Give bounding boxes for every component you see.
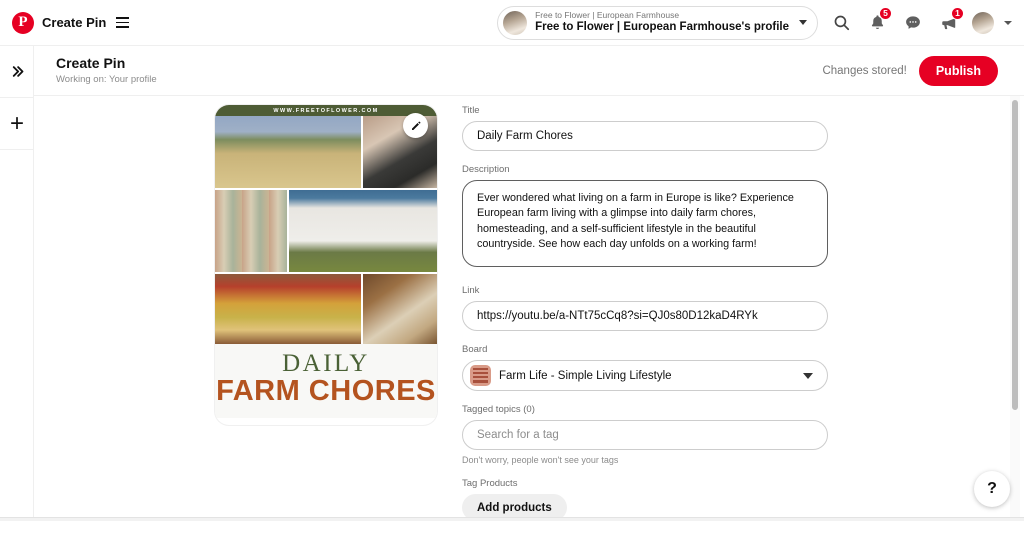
profile-selector-pill[interactable]: Free to Flower | European Farmhouse Free… (497, 6, 818, 40)
collage-row-3 (215, 274, 437, 344)
chevron-down-icon[interactable] (803, 373, 813, 379)
rail-expand-button[interactable] (0, 46, 34, 98)
top-header-left: P Create Pin (0, 12, 129, 34)
pin-image-preview[interactable]: WWW.FREETOFLOWER.COM DAILY FARM CHORES (215, 105, 437, 425)
page-header: Create Pin Working on: Your profile Chan… (34, 46, 1024, 96)
bottom-strip (0, 517, 1024, 521)
content-scrollbar-track[interactable] (1010, 96, 1020, 521)
top-header-right: Free to Flower | European Farmhouse Free… (497, 6, 1024, 40)
notifications-bell-icon[interactable]: 5 (864, 10, 890, 36)
notifications-badge: 5 (879, 7, 892, 20)
profile-pill-title: Free to Flower | European Farmhouse's pr… (535, 21, 789, 34)
page-header-text: Create Pin Working on: Your profile (34, 55, 157, 85)
collage-row-2 (215, 190, 437, 272)
message-bubble-icon[interactable] (900, 10, 926, 36)
pin-editor-content: WWW.FREETOFLOWER.COM DAILY FARM CHORES T… (34, 96, 1024, 521)
account-avatar[interactable] (972, 12, 994, 34)
updates-badge: 1 (951, 7, 964, 20)
pin-title-line-2: FARM CHORES (215, 375, 437, 408)
plus-icon: + (10, 112, 24, 136)
tag-products-label: Tag Products (462, 478, 828, 489)
top-header-bar: P Create Pin Free to Flower | European F… (0, 0, 1024, 46)
tagged-topics-field-group: Tagged topics (0) Don't worry, people wo… (462, 404, 828, 465)
question-mark-icon[interactable]: ? (974, 471, 1010, 507)
board-select[interactable]: Farm Life - Simple Living Lifestyle (462, 360, 828, 391)
page-header-actions: Changes stored! Publish (822, 56, 1024, 86)
pencil-edit-icon[interactable] (403, 113, 428, 138)
publish-button[interactable]: Publish (919, 56, 998, 86)
pin-title-line-1: DAILY (215, 350, 437, 378)
updates-megaphone-icon[interactable]: 1 (936, 10, 962, 36)
rail-create-button[interactable]: + (0, 98, 34, 150)
search-icon[interactable] (828, 10, 854, 36)
left-rail: + (0, 46, 34, 521)
title-input[interactable] (462, 121, 828, 151)
title-field-group: Title (462, 105, 828, 151)
pinterest-logo-icon[interactable]: P (12, 12, 34, 34)
tag-search-input[interactable] (462, 420, 828, 450)
account-chevron-down-icon[interactable] (1004, 21, 1012, 25)
link-field-group: Link (462, 285, 828, 331)
page-title: Create Pin (56, 55, 157, 72)
page-subtitle: Working on: Your profile (56, 74, 157, 85)
tagged-topics-helper: Don't worry, people won't see your tags (462, 455, 828, 465)
cow-and-farmer-photo (215, 116, 361, 188)
profile-pill-subtitle: Free to Flower | European Farmhouse (535, 11, 789, 21)
tagged-topics-label: Tagged topics (0) (462, 404, 828, 415)
colorful-eggs-photo (215, 190, 287, 272)
description-textarea[interactable] (462, 180, 828, 267)
pin-details-form: Title Description Link Board Farm Life -… (462, 105, 828, 534)
description-label: Description (462, 164, 828, 175)
board-field-group: Board Farm Life - Simple Living Lifestyl… (462, 344, 828, 391)
board-selected-value: Farm Life - Simple Living Lifestyle (499, 370, 803, 382)
content-scrollbar-thumb[interactable] (1012, 100, 1018, 410)
chevron-down-icon[interactable] (799, 20, 807, 25)
board-thumbnail-icon (470, 365, 491, 386)
chickens-in-coop-photo (289, 190, 437, 272)
topbar-title: Create Pin (42, 15, 106, 30)
profile-pill-text: Free to Flower | European Farmhouse Free… (535, 11, 789, 33)
tag-products-field-group: Tag Products Add products (462, 478, 828, 521)
board-label: Board (462, 344, 828, 355)
save-status-text: Changes stored! (822, 65, 906, 77)
link-input[interactable] (462, 301, 828, 331)
description-field-group: Description (462, 164, 828, 272)
board-select-wrap: Farm Life - Simple Living Lifestyle (462, 360, 828, 391)
title-label: Title (462, 105, 828, 116)
hamburger-menu-icon[interactable] (116, 17, 129, 27)
bread-on-board-photo (363, 274, 437, 344)
link-label: Link (462, 285, 828, 296)
pin-title-overlay: DAILY FARM CHORES (215, 344, 437, 418)
profile-pill-avatar (503, 11, 527, 35)
canned-jars-photo (215, 274, 361, 344)
pin-banner-text: WWW.FREETOFLOWER.COM (215, 105, 437, 116)
